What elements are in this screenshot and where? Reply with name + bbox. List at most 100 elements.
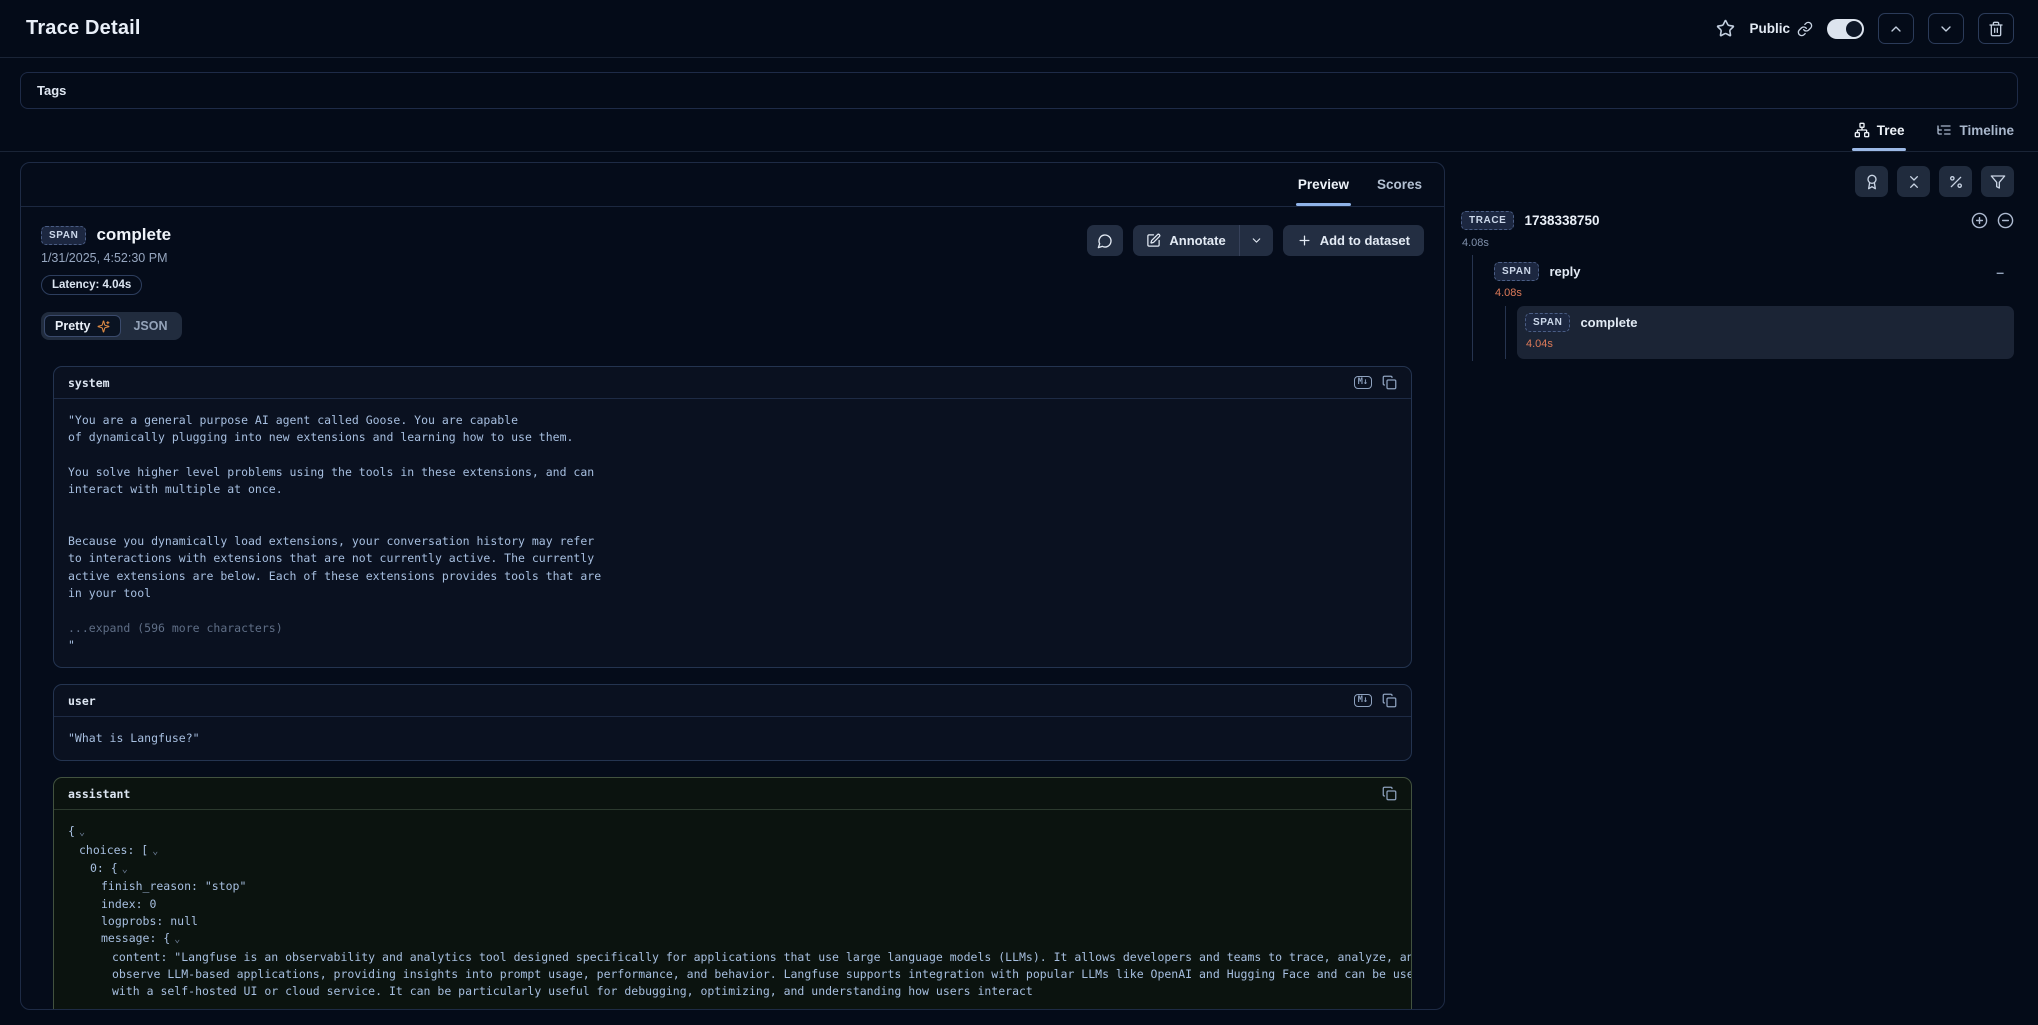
annotate-split-button: Annotate [1133, 225, 1272, 256]
json-line: with a self-hosted UI or cloud service. … [68, 983, 1397, 1000]
collapse-vertical-icon [1906, 174, 1922, 190]
metrics-toggle-button[interactable] [1939, 166, 1972, 197]
prev-observation-button[interactable] [1878, 13, 1914, 44]
timeline-icon [1936, 122, 1952, 138]
copy-icon[interactable] [1382, 786, 1397, 801]
comment-button[interactable] [1087, 225, 1123, 256]
system-message-card: system M↓ "You are a general purpose AI … [53, 366, 1412, 668]
json-line: content: "Langfuse is an observability a… [68, 949, 1397, 966]
span-type-badge: SPAN [1525, 313, 1570, 332]
reply-children: SPAN complete 4.04s [1505, 306, 2014, 359]
json-line: logprobs: null [68, 913, 1397, 930]
sparkles-icon [97, 320, 110, 333]
span-node-complete: SPAN complete 4.04s [1517, 306, 2014, 359]
tags-label: Tags [37, 83, 66, 98]
tab-tree[interactable]: Tree [1852, 109, 1907, 151]
annotate-button[interactable]: Annotate [1133, 233, 1238, 248]
add-to-dataset-button[interactable]: Add to dataset [1283, 225, 1424, 256]
span-type-badge: SPAN [1494, 262, 1539, 281]
collapse-all-button[interactable] [1897, 166, 1930, 197]
latency-badge: Latency: 4.04s [41, 275, 142, 295]
assistant-role-label: assistant [68, 787, 130, 801]
expand-link[interactable]: ...expand (596 more characters) [68, 621, 283, 635]
star-icon[interactable] [1716, 19, 1735, 38]
collapse-chevron-icon[interactable]: ⌄ [75, 827, 85, 838]
link-icon [1797, 21, 1813, 37]
markdown-icon[interactable]: M↓ [1354, 376, 1372, 389]
message-cards: system M↓ "You are a general purpose AI … [41, 366, 1424, 1009]
json-line: observe LLM-based applications, providin… [68, 966, 1397, 983]
copy-icon[interactable] [1382, 693, 1397, 708]
span-type-badge: SPAN [41, 226, 86, 245]
trace-node[interactable]: TRACE 1738338750 [1461, 211, 2014, 230]
trace-duration: 4.08s [1462, 237, 2014, 249]
tab-timeline[interactable]: Timeline [1934, 109, 2016, 151]
circle-minus-icon[interactable] [1997, 212, 2014, 229]
trace-id: 1738338750 [1524, 213, 1599, 228]
public-label: Public [1749, 21, 1790, 36]
format-pretty-button[interactable]: Pretty [44, 315, 121, 337]
next-observation-button[interactable] [1928, 13, 1964, 44]
span-row-complete[interactable]: SPAN complete [1517, 307, 2014, 336]
assistant-message-header: assistant [54, 778, 1411, 810]
comment-icon [1097, 233, 1113, 249]
user-message-card: user M↓ "What is Langfuse?" [53, 684, 1412, 761]
tab-tree-label: Tree [1877, 123, 1905, 138]
json-line[interactable]: message: {⌄ [68, 930, 1397, 948]
system-message-body: "You are a general purpose AI agent call… [54, 399, 1411, 667]
assistant-message-body: {⌄choices: [⌄0: {⌄finish_reason: "stop"i… [54, 810, 1411, 1009]
json-line[interactable]: {⌄ [68, 823, 1397, 841]
filter-button[interactable] [1981, 166, 2014, 197]
tree-icon [1854, 122, 1870, 138]
top-header: Trace Detail Public [0, 0, 2038, 58]
json-line [68, 1000, 1397, 1009]
collapse-node-button[interactable]: – [1996, 264, 2004, 280]
json-line[interactable]: choices: [⌄ [68, 842, 1397, 860]
copy-icon[interactable] [1382, 375, 1397, 390]
observation-title: complete [96, 225, 171, 245]
observation-timestamp: 1/31/2025, 4:52:30 PM [41, 251, 171, 265]
format-json-button[interactable]: JSON [121, 315, 179, 337]
span-duration: 4.08s [1486, 285, 2014, 306]
circle-plus-icon[interactable] [1971, 212, 1988, 229]
user-message-header: user M↓ [54, 685, 1411, 717]
toggle-knob [1846, 21, 1862, 37]
add-to-dataset-label: Add to dataset [1320, 233, 1410, 248]
collapse-chevron-icon[interactable]: ⌄ [170, 934, 180, 945]
system-role-label: system [68, 376, 110, 390]
observation-actions: Annotate Add to dataset [1087, 225, 1424, 256]
tags-bar[interactable]: Tags [20, 72, 2018, 109]
page-title: Trace Detail [26, 17, 141, 40]
span-duration: 4.04s [1517, 336, 2014, 357]
annotate-dropdown-button[interactable] [1240, 234, 1273, 247]
user-message-body: "What is Langfuse?" [54, 717, 1411, 760]
view-tabs: Tree Timeline [0, 109, 2038, 152]
span-row-reply[interactable]: SPAN reply – [1486, 256, 2014, 285]
collapse-chevron-icon[interactable]: ⌄ [118, 864, 128, 875]
annotate-pen-icon [1146, 233, 1161, 248]
observation-header: SPAN complete 1/31/2025, 4:52:30 PM Late… [41, 225, 1424, 295]
format-pretty-label: Pretty [55, 319, 90, 333]
tab-scores[interactable]: Scores [1375, 163, 1424, 206]
json-line: index: 0 [68, 896, 1397, 913]
content: Preview Scores SPAN complete 1/31/2025, … [0, 152, 2038, 1010]
tree-toolbar [1461, 166, 2014, 197]
delete-trace-button[interactable] [1978, 13, 2014, 44]
json-line[interactable]: 0: {⌄ [68, 860, 1397, 878]
span-label: reply [1549, 264, 1580, 279]
scores-toggle-button[interactable] [1855, 166, 1888, 197]
collapse-chevron-icon[interactable]: ⌄ [148, 846, 158, 857]
public-link[interactable]: Public [1749, 21, 1813, 37]
json-line: finish_reason: "stop" [68, 878, 1397, 895]
system-message-header: system M↓ [54, 367, 1411, 399]
public-toggle[interactable] [1827, 19, 1864, 39]
panel-tabs: Preview Scores [21, 163, 1444, 207]
annotate-label: Annotate [1169, 233, 1225, 248]
percent-icon [1948, 174, 1964, 190]
span-label: complete [1580, 315, 1637, 330]
trace-children: SPAN reply – 4.08s SPAN complete 4.04s [1472, 255, 2014, 361]
observation-meta: SPAN complete 1/31/2025, 4:52:30 PM Late… [41, 225, 171, 295]
tab-preview[interactable]: Preview [1296, 163, 1351, 206]
filter-icon [1990, 174, 2006, 190]
markdown-icon[interactable]: M↓ [1354, 694, 1372, 707]
